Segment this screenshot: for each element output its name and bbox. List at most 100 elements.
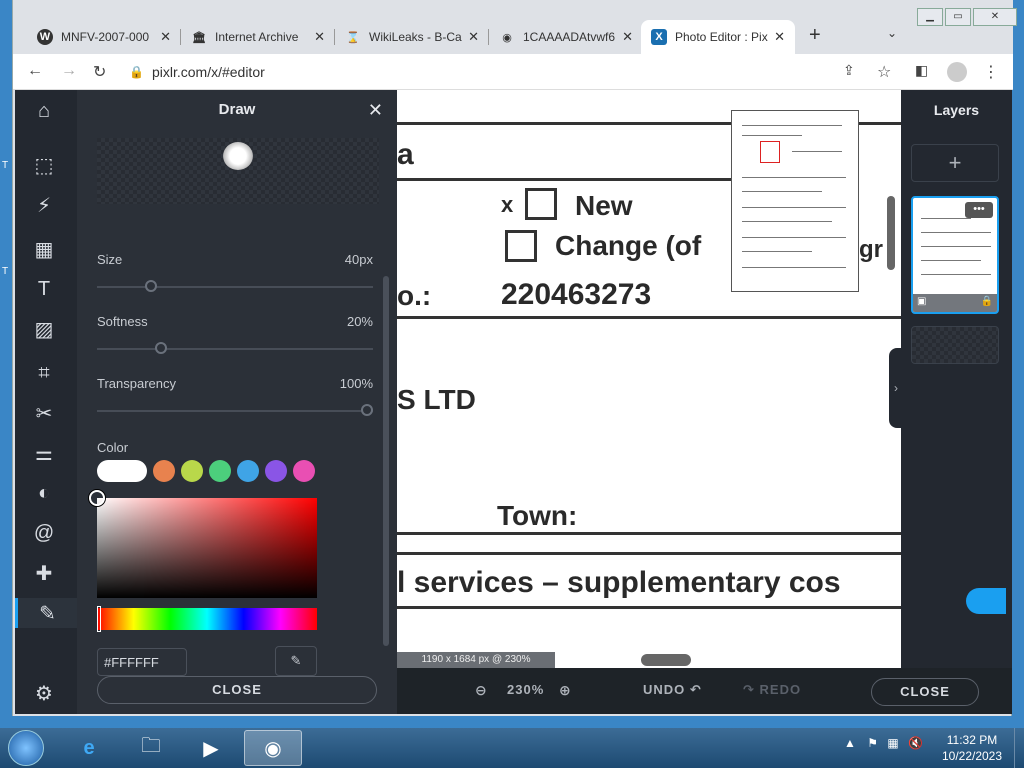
close-window-button[interactable]: ✕ (973, 8, 1017, 26)
close-icon[interactable]: ✕ (160, 29, 171, 45)
tab-4[interactable]: ◉ 1CAAAADAtvwf6 ✕ (489, 20, 643, 54)
thumb-line (742, 125, 842, 126)
reload-button[interactable]: ↻ (93, 62, 106, 82)
close-icon[interactable]: ✕ (622, 29, 633, 45)
transparency-slider[interactable] (97, 404, 373, 416)
profile-avatar[interactable] (947, 62, 967, 82)
tab-2[interactable]: 🏛 Internet Archive ✕ (181, 20, 335, 54)
color-swatch[interactable] (265, 460, 287, 482)
panel-close-button[interactable]: CLOSE (97, 676, 377, 704)
crop-icon[interactable]: ⌗ (29, 358, 59, 388)
quick-select-icon[interactable]: ⚡ (29, 190, 59, 220)
hex-input[interactable]: #FFFFFF (97, 648, 187, 676)
liquify-icon[interactable]: @ (29, 518, 59, 548)
zoom-out-icon[interactable]: ⊖ (475, 682, 488, 699)
tab-3[interactable]: ⌛ WikiLeaks - B-Ca ✕ (335, 20, 489, 54)
doc-rule (397, 552, 901, 555)
adjust-icon[interactable]: ⚌ (29, 438, 59, 468)
thumb-line (921, 274, 991, 275)
color-swatch[interactable] (293, 460, 315, 482)
zoom-in-icon[interactable]: ⊕ (559, 682, 572, 699)
internet-explorer-icon[interactable]: e (60, 730, 118, 766)
sidepanel-icon[interactable]: ◧ (915, 62, 928, 79)
clock[interactable]: 11:32 PM 10/22/2023 (940, 732, 1004, 764)
layer-menu-button[interactable]: ••• (965, 202, 993, 218)
volume-muted-icon[interactable]: 🔇 (908, 736, 923, 750)
tab-5[interactable]: X Photo Editor : Pix ✕ (641, 20, 795, 54)
text-tool-icon[interactable]: T (29, 274, 59, 304)
redo-button[interactable]: ↷ REDO (743, 682, 801, 698)
panel-scrollbar[interactable] (383, 276, 389, 646)
canvas[interactable]: a x New Change (of gr o.: 220463273 S LT… (397, 90, 901, 668)
heal-icon[interactable]: ✚ (29, 558, 59, 588)
network-icon[interactable]: ▦ (887, 736, 898, 750)
navigator-thumbnail[interactable] (731, 110, 859, 292)
start-button[interactable] (8, 730, 44, 766)
size-value: 40px (344, 252, 373, 267)
softness-value: 20% (346, 314, 373, 329)
desktop-icon-label: T (2, 266, 9, 277)
show-desktop-button[interactable] (1014, 728, 1024, 768)
undo-button[interactable]: UNDO ↶ (643, 682, 702, 698)
brush-icon[interactable]: ✎ (15, 598, 77, 628)
canvas-horizontal-scrollbar[interactable] (641, 654, 691, 666)
tab-search-button[interactable]: ⌄ (887, 26, 897, 40)
size-slider[interactable] (97, 280, 373, 292)
layer-thumbnail-empty[interactable] (911, 326, 999, 364)
layer-thumbnail-document[interactable]: ••• ▣ 🔒 (911, 196, 999, 314)
slider-knob[interactable] (361, 404, 373, 416)
home-icon[interactable]: ⌂ (29, 96, 59, 126)
eyedropper-button[interactable]: ✎ (275, 646, 317, 676)
layer-status-bar: ▣ 🔒 (913, 294, 997, 312)
close-icon[interactable]: ✕ (368, 90, 383, 130)
color-gradient-picker[interactable] (89, 490, 317, 598)
color-picker-handle[interactable] (89, 490, 105, 506)
close-icon[interactable]: ✕ (314, 29, 325, 45)
softness-label: Softness (97, 314, 148, 329)
filter-icon[interactable]: ◐ (29, 478, 59, 508)
pattern-icon[interactable]: ▨ (29, 314, 59, 344)
add-layer-button[interactable]: + (911, 144, 999, 182)
new-tab-button[interactable]: + (809, 24, 821, 47)
color-swatch[interactable] (153, 460, 175, 482)
editor-close-button[interactable]: CLOSE (871, 678, 979, 706)
gear-icon[interactable]: ⚙ (29, 678, 59, 708)
color-swatch[interactable] (209, 460, 231, 482)
lock-icon[interactable]: 🔒 (981, 296, 993, 307)
cutout-icon[interactable]: ✂ (29, 398, 59, 428)
minimize-button[interactable]: ▁ (917, 8, 943, 26)
menu-kebab-icon[interactable]: ⋮ (983, 62, 999, 82)
action-center-icon[interactable]: ⚑ (867, 736, 878, 750)
tray-expand-icon[interactable]: ▲ (844, 736, 856, 750)
close-icon[interactable]: ✕ (774, 29, 785, 45)
back-button[interactable]: ← (27, 62, 43, 80)
tab-1[interactable]: W MNFV-2007-000 ✕ (27, 20, 181, 54)
address-bar[interactable]: 🔒 pixlr.com/x/#editor (129, 58, 905, 86)
bookmark-star-icon[interactable]: ☆ (877, 62, 891, 82)
save-button[interactable] (966, 588, 1006, 614)
close-icon[interactable]: ✕ (468, 29, 479, 45)
share-icon[interactable]: ⇪ (843, 62, 855, 79)
canvas-vertical-scrollbar[interactable] (887, 196, 895, 270)
hue-handle[interactable] (97, 606, 101, 632)
hue-slider[interactable] (97, 606, 317, 632)
color-swatch[interactable] (237, 460, 259, 482)
zoom-level[interactable]: 230% (507, 682, 544, 697)
maximize-button[interactable]: ▭ (945, 8, 971, 26)
forward-button[interactable]: → (61, 62, 77, 80)
thumb-line (792, 151, 842, 152)
slider-knob[interactable] (144, 280, 157, 292)
softness-slider[interactable] (97, 342, 373, 354)
color-swatch[interactable] (97, 460, 147, 482)
wordpress-icon: W (37, 29, 53, 45)
color-swatch[interactable] (181, 460, 203, 482)
doc-text: a (397, 138, 414, 171)
media-player-icon[interactable]: ▶ (182, 730, 240, 766)
slider-knob[interactable] (155, 342, 168, 354)
layout-icon[interactable]: ▦ (29, 234, 59, 264)
collapse-panel-toggle[interactable]: › (889, 348, 903, 428)
viewport-indicator[interactable] (760, 141, 780, 163)
file-explorer-icon[interactable]: 🗀 (122, 730, 180, 766)
arrange-tool-icon[interactable]: ⬚ (29, 150, 59, 180)
chrome-icon[interactable]: ◉ (244, 730, 302, 766)
